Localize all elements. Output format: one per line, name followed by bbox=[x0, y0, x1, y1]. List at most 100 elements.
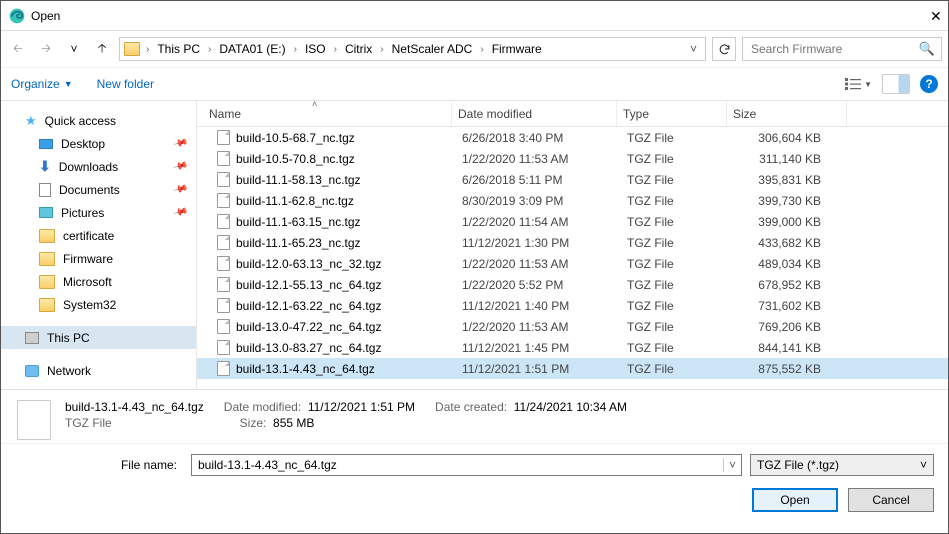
file-date: 1/22/2020 11:53 AM bbox=[456, 320, 621, 334]
breadcrumb[interactable]: Firmware bbox=[490, 42, 544, 56]
close-icon[interactable]: ✕ bbox=[930, 11, 940, 21]
details-modified-value: 11/12/2021 1:51 PM bbox=[308, 400, 415, 414]
file-row[interactable]: build-11.1-62.8_nc.tgz8/30/2019 3:09 PMT… bbox=[197, 190, 948, 211]
file-date: 6/26/2018 3:40 PM bbox=[456, 131, 621, 145]
up-button[interactable]: 🡡 bbox=[91, 38, 113, 60]
forward-button[interactable]: 🡢 bbox=[35, 38, 57, 60]
file-icon bbox=[217, 130, 230, 145]
folder-icon bbox=[124, 42, 140, 56]
sidebar-item-downloads[interactable]: ⬇Downloads📌 bbox=[1, 155, 196, 178]
nav-bar: 🡠 🡢 ˅ 🡡 › This PC › DATA01 (E:) › ISO › … bbox=[1, 31, 948, 67]
file-name: build-13.0-47.22_nc_64.tgz bbox=[236, 320, 381, 334]
breadcrumb[interactable]: DATA01 (E:) bbox=[217, 42, 287, 56]
file-date: 6/26/2018 5:11 PM bbox=[456, 173, 621, 187]
breadcrumb[interactable]: NetScaler ADC bbox=[390, 42, 475, 56]
search-input[interactable] bbox=[749, 41, 919, 57]
sidebar-item-label: Downloads bbox=[59, 160, 118, 174]
filename-combobox[interactable]: ˅ bbox=[191, 454, 742, 476]
file-row[interactable]: build-11.1-65.23_nc.tgz11/12/2021 1:30 P… bbox=[197, 232, 948, 253]
file-date: 11/12/2021 1:45 PM bbox=[456, 341, 621, 355]
filename-input[interactable] bbox=[192, 455, 723, 475]
file-row[interactable]: build-10.5-68.7_nc.tgz6/26/2018 3:40 PMT… bbox=[197, 127, 948, 148]
folder-icon bbox=[39, 252, 55, 266]
network-icon bbox=[25, 365, 39, 377]
file-row[interactable]: build-13.1-4.43_nc_64.tgz 11/12/2021 1:51… bbox=[197, 358, 948, 379]
file-size: 731,602 KB bbox=[731, 299, 851, 313]
chevron-right-icon[interactable]: › bbox=[206, 44, 213, 55]
column-header-name[interactable]: Name˄ bbox=[197, 101, 452, 126]
column-header-date[interactable]: Date modified bbox=[452, 101, 617, 126]
document-icon bbox=[39, 183, 51, 197]
search-box[interactable]: 🔍 bbox=[742, 37, 942, 61]
file-type: TGZ File bbox=[621, 236, 731, 250]
file-row[interactable]: build-13.0-47.22_nc_64.tgz 1/22/2020 11:5… bbox=[197, 316, 948, 337]
sidebar-item-label: Documents bbox=[59, 183, 120, 197]
window-title: Open bbox=[31, 9, 930, 23]
navigation-pane: ★Quick access Desktop📌 ⬇Downloads📌 Docum… bbox=[1, 101, 196, 389]
sidebar-item-this-pc[interactable]: This PC bbox=[1, 326, 196, 349]
sidebar-item-system32[interactable]: System32 bbox=[1, 293, 196, 316]
details-filetype: TGZ File bbox=[65, 416, 112, 430]
sidebar-item-label: This PC bbox=[47, 331, 90, 345]
organize-menu[interactable]: Organize ▼ bbox=[11, 77, 73, 91]
chevron-down-icon[interactable]: ˅ bbox=[723, 458, 741, 472]
file-row[interactable]: build-10.5-70.8_nc.tgz1/22/2020 11:53 AM… bbox=[197, 148, 948, 169]
folder-icon bbox=[39, 298, 55, 312]
sidebar-item-desktop[interactable]: Desktop📌 bbox=[1, 132, 196, 155]
file-name: build-11.1-65.23_nc.tgz bbox=[236, 236, 361, 250]
file-row[interactable]: build-11.1-58.13_nc.tgz6/26/2018 5:11 PM… bbox=[197, 169, 948, 190]
file-name: build-13.1-4.43_nc_64.tgz bbox=[236, 362, 375, 376]
view-options-button[interactable]: ▼ bbox=[844, 77, 872, 91]
column-header-size[interactable]: Size bbox=[727, 101, 847, 126]
sidebar-item-documents[interactable]: Documents📌 bbox=[1, 178, 196, 201]
new-folder-button[interactable]: New folder bbox=[97, 77, 154, 91]
refresh-button[interactable] bbox=[712, 37, 736, 61]
details-modified-label: Date modified: bbox=[224, 400, 301, 414]
file-name: build-12.1-55.13_nc_64.tgz bbox=[236, 278, 381, 292]
file-date: 8/30/2019 3:09 PM bbox=[456, 194, 621, 208]
address-dropdown[interactable]: ˅ bbox=[686, 42, 701, 56]
file-size: 399,000 KB bbox=[731, 215, 851, 229]
file-row[interactable]: build-12.1-63.22_nc_64.tgz11/12/2021 1:4… bbox=[197, 295, 948, 316]
sidebar-item-certificate[interactable]: certificate bbox=[1, 224, 196, 247]
file-row[interactable]: build-13.0-83.27_nc_64.tgz11/12/2021 1:4… bbox=[197, 337, 948, 358]
open-button[interactable]: Open bbox=[752, 488, 838, 512]
address-bar[interactable]: › This PC › DATA01 (E:) › ISO › Citrix ›… bbox=[119, 37, 706, 61]
back-button[interactable]: 🡠 bbox=[7, 38, 29, 60]
pictures-icon bbox=[39, 207, 53, 218]
sidebar-item-label: Pictures bbox=[61, 206, 104, 220]
file-date: 11/12/2021 1:51 PM bbox=[456, 362, 621, 376]
chevron-right-icon[interactable]: › bbox=[332, 44, 339, 55]
details-created-label: Date created: bbox=[435, 400, 507, 414]
sidebar-item-firmware[interactable]: Firmware bbox=[1, 247, 196, 270]
file-list: Name˄ Date modified Type Size build-10.5… bbox=[196, 101, 948, 389]
sidebar-item-quick-access[interactable]: ★Quick access bbox=[1, 109, 196, 132]
recent-locations-button[interactable]: ˅ bbox=[63, 38, 85, 60]
sidebar-item-pictures[interactable]: Pictures📌 bbox=[1, 201, 196, 224]
file-date: 1/22/2020 5:52 PM bbox=[456, 278, 621, 292]
file-type: TGZ File bbox=[621, 173, 731, 187]
filetype-filter[interactable]: TGZ File (*.tgz) ˅ bbox=[750, 454, 934, 476]
chevron-right-icon[interactable]: › bbox=[144, 44, 151, 55]
chevron-right-icon[interactable]: › bbox=[478, 44, 485, 55]
command-bar: Organize ▼ New folder ▼ ? bbox=[1, 67, 948, 101]
file-row[interactable]: build-11.1-63.15_nc.tgz1/22/2020 11:54 A… bbox=[197, 211, 948, 232]
breadcrumb[interactable]: ISO bbox=[303, 42, 328, 56]
breadcrumb[interactable]: This PC bbox=[155, 42, 202, 56]
file-row[interactable]: build-12.0-63.13_nc_32.tgz1/22/2020 11:5… bbox=[197, 253, 948, 274]
preview-pane-button[interactable] bbox=[882, 74, 910, 94]
chevron-right-icon[interactable]: › bbox=[378, 44, 385, 55]
file-row[interactable]: build-12.1-55.13_nc_64.tgz 1/22/2020 5:52… bbox=[197, 274, 948, 295]
breadcrumb[interactable]: Citrix bbox=[343, 42, 374, 56]
edge-icon bbox=[9, 8, 25, 24]
file-size: 875,552 KB bbox=[731, 362, 851, 376]
cancel-button[interactable]: Cancel bbox=[848, 488, 934, 512]
sidebar-item-microsoft[interactable]: Microsoft bbox=[1, 270, 196, 293]
chevron-right-icon[interactable]: › bbox=[292, 44, 299, 55]
sidebar-item-label: Quick access bbox=[45, 114, 116, 128]
column-header-type[interactable]: Type bbox=[617, 101, 727, 126]
sidebar-item-network[interactable]: Network bbox=[1, 359, 196, 382]
help-button[interactable]: ? bbox=[920, 75, 938, 93]
folder-icon bbox=[39, 229, 55, 243]
file-name: build-11.1-63.15_nc.tgz bbox=[236, 215, 361, 229]
